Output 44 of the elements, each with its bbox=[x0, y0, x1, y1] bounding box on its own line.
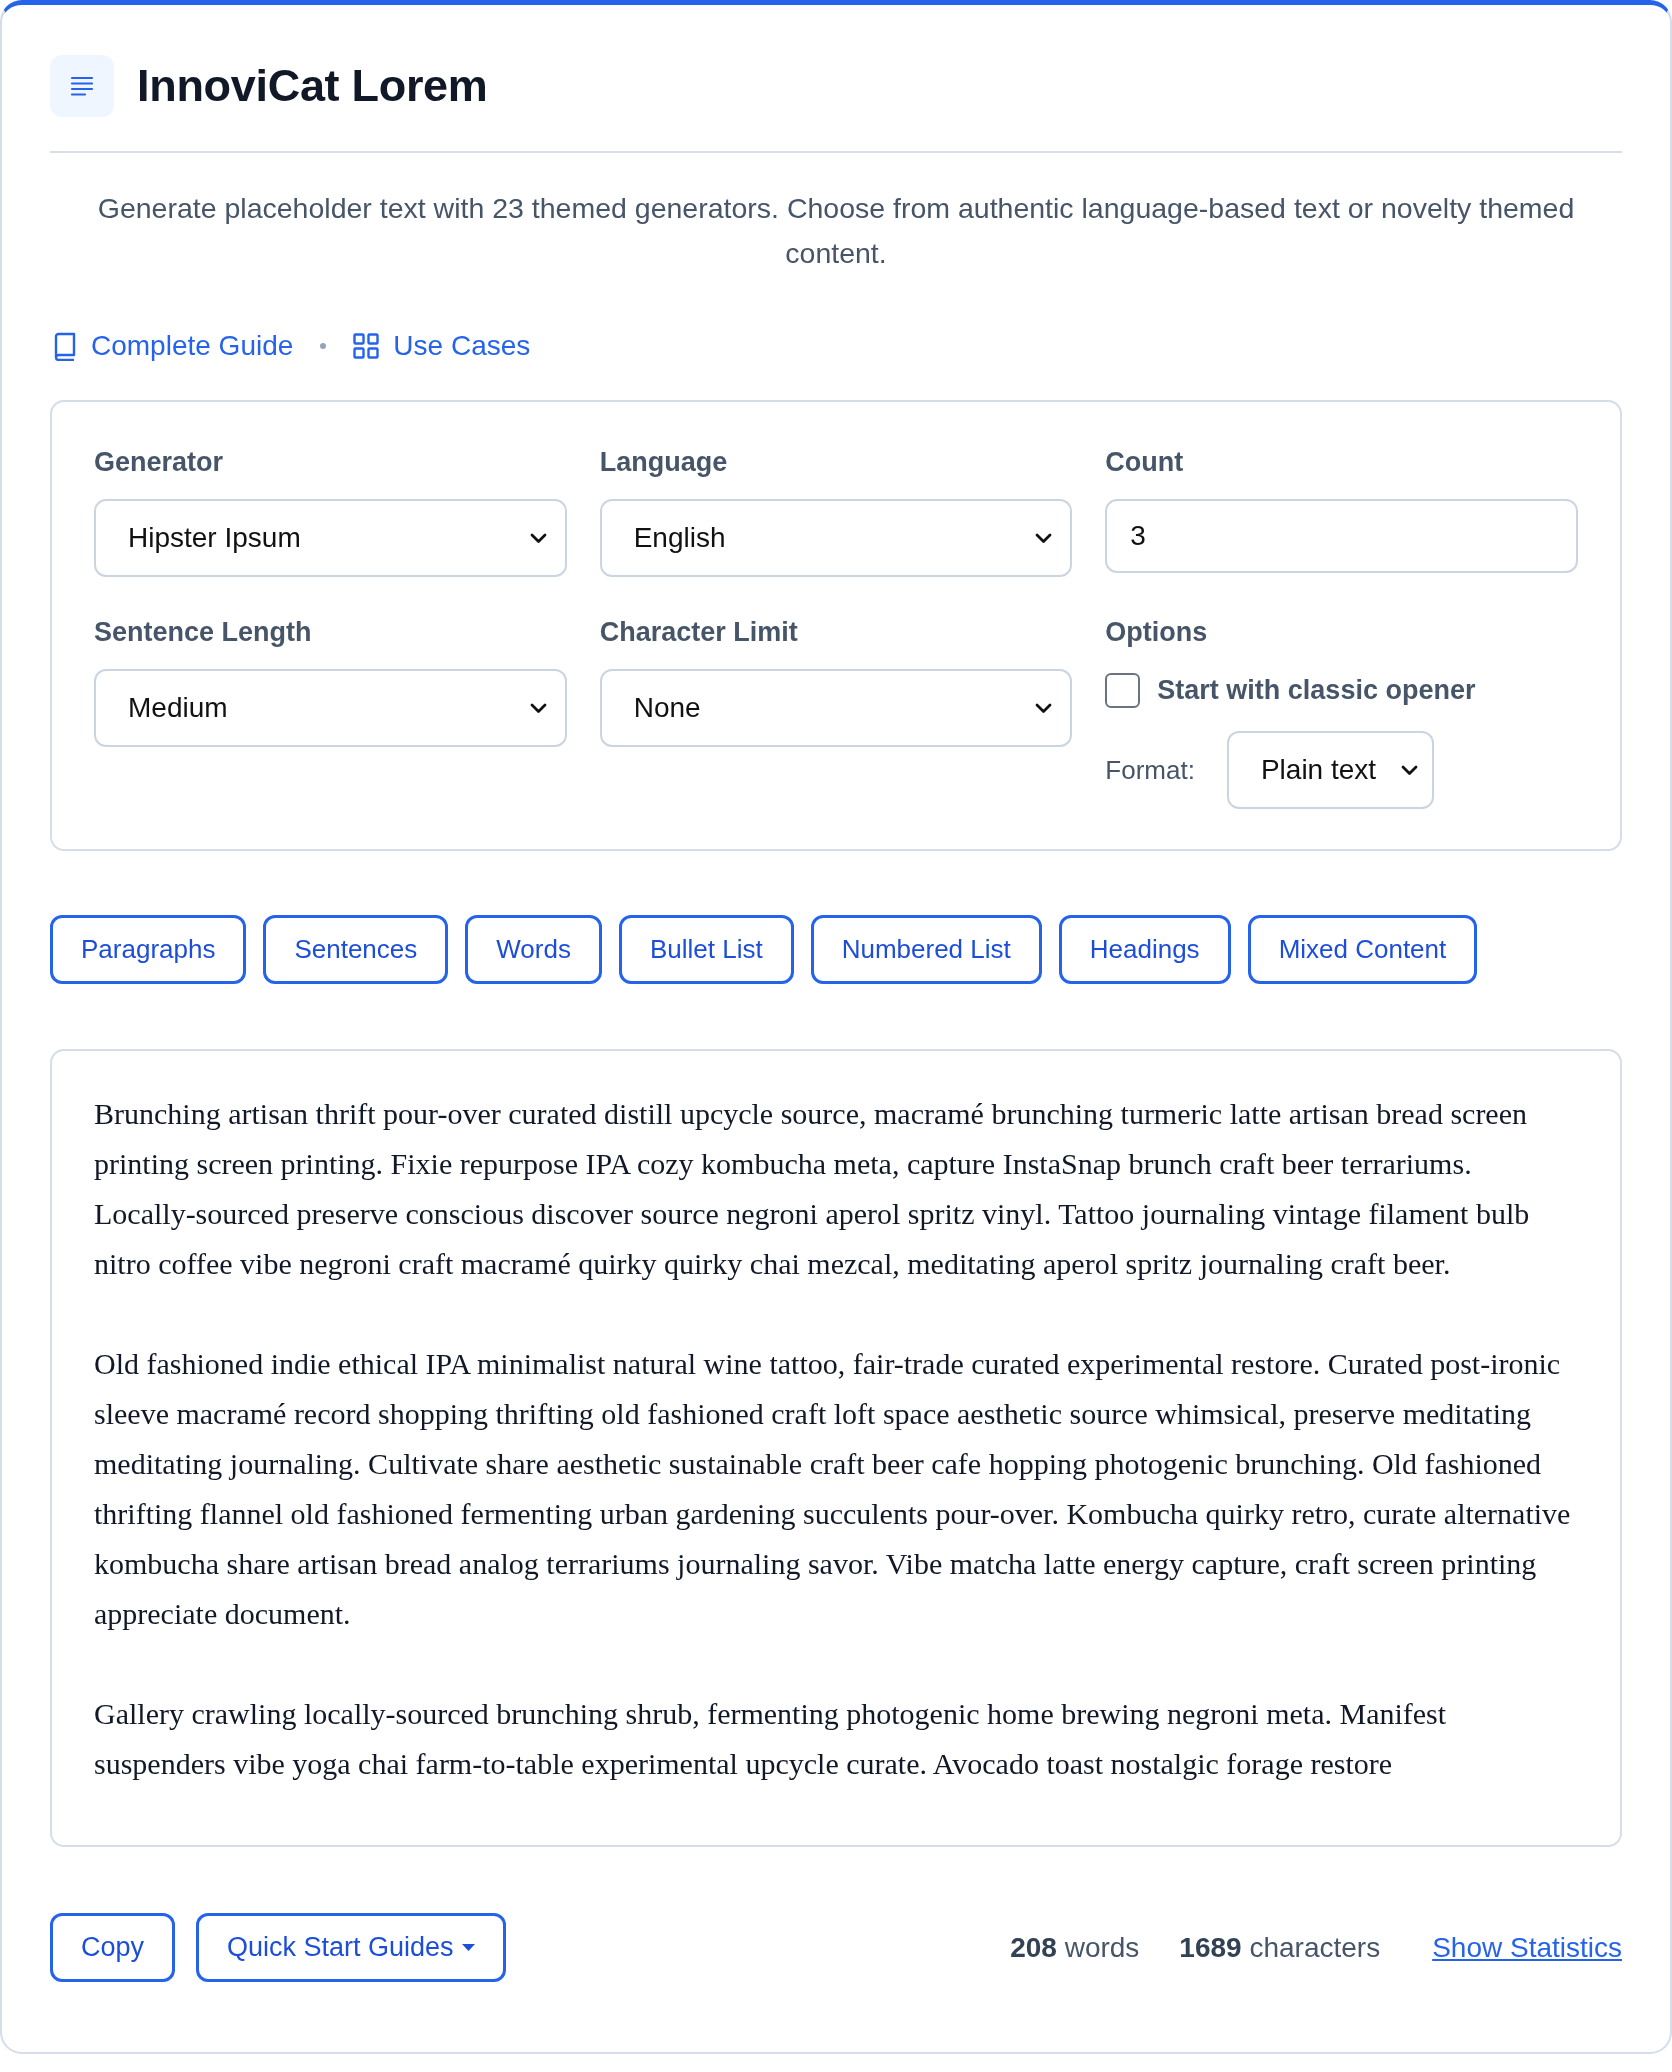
text-lines-icon bbox=[50, 55, 114, 117]
app-title: InnoviCat Lorem bbox=[137, 61, 488, 111]
dropdown-field[interactable]: None bbox=[599, 669, 1073, 747]
stat-text: 1689 characters bbox=[1179, 1931, 1381, 1964]
chevron-down-icon bbox=[1035, 532, 1053, 544]
book-icon bbox=[53, 331, 77, 361]
dropdown-button[interactable]: Quick Start Guides bbox=[196, 1913, 506, 1982]
field-label: Sentence Length bbox=[94, 616, 313, 649]
stat-text: 208 words bbox=[1010, 1931, 1140, 1964]
number-input[interactable]: 3 bbox=[1105, 499, 1578, 573]
output-paragraph: Gallery crawling locally-sourced brunching shrub, fermenting photogenic home brewing negroni meta. Manifest suspenders vibe yoga chai farm-to-table experimental upcycle curate. Avocado toast nostalgic forage restore bbox=[94, 1696, 1448, 1782]
caret-down-icon bbox=[461, 1944, 475, 1951]
output-paragraph: Old fashioned indie ethical IPA minimalist natural wine tattoo, fair-trade curated experimental restore. Curated post-ironic sleeve macramé record shopping thrifting old fashioned craft loft space aesthetic source whimsical, preserve meditating meditating journaling. Cultivate share aesthetic sustainable craft beer cafe hopping photogenic brunching. Old fashioned thrifting flannel old fashioned fermenting urban gardening succulents pour-over. Kombucha quirky retro, curate alternative kombucha share artisan bread analog terrariums journaling savor. Vibe matcha latte energy capture, craft screen printing appreciate document. bbox=[94, 1346, 1572, 1632]
dropdown-field[interactable]: Hipster Ipsum bbox=[94, 499, 567, 577]
checkbox-label: Start with classic opener bbox=[1157, 674, 1476, 706]
format-label: Format: bbox=[1105, 754, 1195, 786]
mode-button[interactable]: Sentences bbox=[263, 915, 449, 984]
chevron-down-icon bbox=[1400, 764, 1418, 776]
separator-dot-icon bbox=[320, 343, 327, 349]
field-label: Character Limit bbox=[599, 616, 799, 649]
grid-icon bbox=[353, 333, 380, 359]
dropdown-field[interactable]: English bbox=[599, 499, 1073, 577]
field-label: Count bbox=[1105, 446, 1185, 479]
mode-button[interactable]: Mixed Content bbox=[1247, 915, 1478, 984]
mode-button[interactable]: Paragraphs bbox=[50, 915, 247, 984]
field-label: Language bbox=[599, 446, 729, 479]
chevron-down-icon bbox=[529, 532, 547, 544]
statistics-link[interactable]: Show Statistics bbox=[1432, 1931, 1622, 1964]
field-label: Options bbox=[1105, 616, 1209, 649]
mode-button[interactable]: Words bbox=[465, 915, 602, 984]
chevron-down-icon bbox=[1035, 702, 1053, 714]
description-text: Generate placeholder text with 23 themed generators. Choose from authentic language-based text or novelty themed content. bbox=[96, 191, 1576, 271]
format-dropdown[interactable]: Plain text bbox=[1226, 731, 1434, 809]
dropdown-field[interactable]: Medium bbox=[94, 669, 567, 747]
nav-link[interactable]: Use Cases bbox=[353, 328, 531, 364]
field-label: Generator bbox=[94, 446, 225, 479]
checkbox[interactable] bbox=[1105, 672, 1141, 708]
mode-button[interactable]: Headings bbox=[1058, 915, 1231, 984]
chevron-down-icon bbox=[529, 702, 547, 714]
action-button[interactable]: Copy bbox=[50, 1913, 176, 1982]
output-paragraph: Brunching artisan thrift pour-over curated distill upcycle source, macramé brunching turmeric latte artisan bread screen printing screen printing. Fixie repurpose IPA cozy kombucha meta, capture InstaSnap brunch craft beer terrariums. Locally-sourced preserve conscious discover source negroni aperol spritz vinyl. Tattoo journaling vintage filament bulb nitro coffee vibe negroni craft macramé quirky quirky chai mezcal, meditating aperol spritz journaling craft beer. bbox=[94, 1096, 1531, 1282]
nav-link[interactable]: Complete Guide bbox=[53, 328, 294, 364]
mode-button[interactable]: Bullet List bbox=[618, 915, 794, 984]
mode-button[interactable]: Numbered List bbox=[810, 915, 1042, 984]
